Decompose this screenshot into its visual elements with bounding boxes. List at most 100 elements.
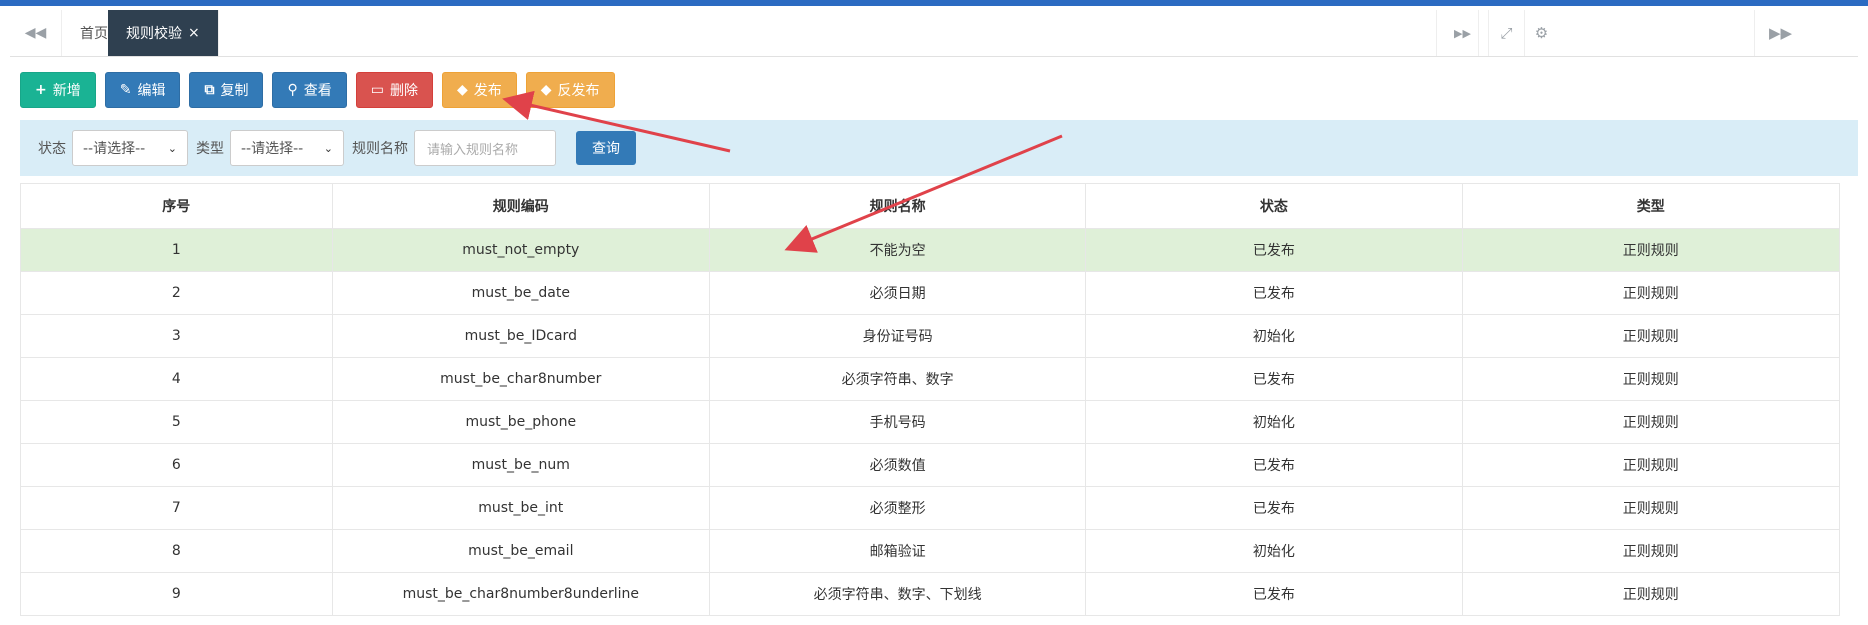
publish-icon: ◆ [456,82,468,98]
query-button-label: 查询 [592,141,620,157]
tab-scroll-left-button[interactable]: ◀◀ [10,10,62,56]
delete-button[interactable]: ▭ 删除 [355,72,433,108]
status-select[interactable]: --请选择-- ⌄ [72,130,188,166]
cell-index: 4 [20,357,333,401]
table-row[interactable]: 9 must_be_char8number8underline 必须字符串、数字… [20,572,1840,616]
header-status[interactable]: 状态 [1085,183,1463,229]
cell-index: 9 [20,572,333,616]
copy-icon: ⧉ [204,82,215,98]
table-row[interactable]: 8 must_be_email 邮箱验证 初始化 正则规则 [20,529,1840,573]
view-button[interactable]: ⚲ 查看 [272,72,347,108]
unpublish-icon: ◆ [540,82,552,98]
view-button-label: 查看 [303,83,332,99]
cell-type: 正则规则 [1461,357,1840,401]
cell-status: 已发布 [1085,271,1463,315]
cell-type: 正则规则 [1461,228,1840,272]
double-chevron-left-icon: ◀◀ [24,25,47,41]
table-row[interactable]: 1 must_not_empty 不能为空 已发布 正则规则 [20,228,1840,272]
type-select-value: --请选择-- [241,141,304,157]
cell-rule-name: 邮箱验证 [708,529,1087,573]
cell-status: 初始化 [1085,400,1463,444]
cell-rule-code: must_be_date [331,271,711,315]
edit-button-label: 编辑 [137,83,166,99]
cell-rule-code: must_be_num [331,443,711,487]
cell-index: 1 [20,228,333,272]
gear-icon: ⚙ [1534,24,1549,42]
cell-rule-name: 必须整形 [708,486,1087,530]
cell-status: 已发布 [1085,486,1463,530]
type-filter-label: 类型 [196,141,224,157]
cell-type: 正则规则 [1461,572,1840,616]
copy-button[interactable]: ⧉ 复制 [189,72,264,108]
status-filter-label: 状态 [38,141,66,157]
add-button[interactable]: + 新增 [20,72,96,108]
search-icon: ⚲ [287,82,298,98]
cell-status: 已发布 [1085,357,1463,401]
cell-rule-name: 必须日期 [708,271,1087,315]
plus-icon: + [35,82,47,98]
cell-index: 8 [20,529,333,573]
query-button[interactable]: 查询 [576,131,636,165]
cell-status: 已发布 [1085,572,1463,616]
cell-rule-name: 必须数值 [708,443,1087,487]
rules-table: 序号 规则编码 规则名称 状态 类型 1 must_not_empty 不能为空… [20,183,1840,616]
expand-icon: ⤢ [1500,24,1513,42]
cell-rule-name: 身份证号码 [708,314,1087,358]
header-index[interactable]: 序号 [20,183,333,229]
settings-button[interactable]: ⚙ [1524,10,1558,56]
unpublish-button[interactable]: ◆ 反发布 [525,72,615,108]
cell-status: 已发布 [1085,228,1463,272]
cell-type: 正则规则 [1461,400,1840,444]
table-row[interactable]: 6 must_be_num 必须数值 已发布 正则规则 [20,443,1840,487]
fullscreen-button-2[interactable]: ⤢ [1488,10,1524,56]
cell-rule-code: must_be_char8number [331,357,711,401]
cell-rule-code: must_not_empty [331,228,711,272]
tab-rule-check[interactable]: 规则校验 × [108,10,219,56]
tab-scroll-right-button-2[interactable]: ▶▶ [1436,10,1488,56]
trash-icon: ▭ [370,82,384,98]
cell-type: 正则规则 [1461,529,1840,573]
chevron-down-icon: ⌄ [167,141,177,155]
table-row[interactable]: 2 must_be_date 必须日期 已发布 正则规则 [20,271,1840,315]
rule-name-input[interactable]: 请输入规则名称 [414,130,556,166]
tab-scroll-right-button[interactable]: ▶▶ [1754,10,1806,56]
table-row[interactable]: 3 must_be_IDcard 身份证号码 初始化 正则规则 [20,314,1840,358]
table-header-row: 序号 规则编码 规则名称 状态 类型 [20,183,1840,229]
cell-type: 正则规则 [1461,443,1840,487]
type-select[interactable]: --请选择-- ⌄ [230,130,344,166]
status-select-value: --请选择-- [83,141,146,157]
cell-index: 5 [20,400,333,444]
unpublish-button-label: 反发布 [557,83,600,99]
toolbar: + 新增 ✎ 编辑 ⧉ 复制 ⚲ 查看 ▭ 删除 ◆ 发布 ◆ 反发布 [20,72,615,108]
header-rule-code[interactable]: 规则编码 [331,183,711,229]
edit-button[interactable]: ✎ 编辑 [104,72,181,108]
rule-name-placeholder: 请输入规则名称 [427,142,519,158]
cell-rule-name: 必须字符串、数字 [708,357,1087,401]
publish-button[interactable]: ◆ 发布 [441,72,517,108]
cell-status: 已发布 [1085,443,1463,487]
cell-status: 初始化 [1085,314,1463,358]
cell-rule-code: must_be_email [331,529,711,573]
tab-bar: ◀◀ 首页 规则校验 × ▶▶ [10,10,1858,57]
chevron-down-icon: ⌄ [323,141,333,155]
close-icon[interactable]: × [188,25,200,41]
header-rule-name[interactable]: 规则名称 [708,183,1087,229]
cell-index: 2 [20,271,333,315]
publish-button-label: 发布 [473,83,502,99]
table-row[interactable]: 7 must_be_int 必须整形 已发布 正则规则 [20,486,1840,530]
cell-index: 3 [20,314,333,358]
cell-type: 正则规则 [1461,271,1840,315]
tab-home-label: 首页 [80,26,108,42]
table-row[interactable]: 5 must_be_phone 手机号码 初始化 正则规则 [20,400,1840,444]
table-row[interactable]: 4 must_be_char8number 必须字符串、数字 已发布 正则规则 [20,357,1840,401]
search-bar: 状态 --请选择-- ⌄ 类型 --请选择-- ⌄ 规则名称 请输入规则名称 查… [20,120,1858,176]
cell-rule-name: 必须字符串、数字、下划线 [708,572,1087,616]
add-button-label: 新增 [52,83,81,99]
copy-button-label: 复制 [220,83,249,99]
header-type[interactable]: 类型 [1461,183,1840,229]
top-accent-bar [0,0,1868,6]
double-chevron-right-icon: ▶▶ [1454,26,1471,40]
cell-rule-code: must_be_char8number8underline [331,572,711,616]
cell-type: 正则规则 [1461,314,1840,358]
tab-rule-check-label: 规则校验 [126,26,182,42]
